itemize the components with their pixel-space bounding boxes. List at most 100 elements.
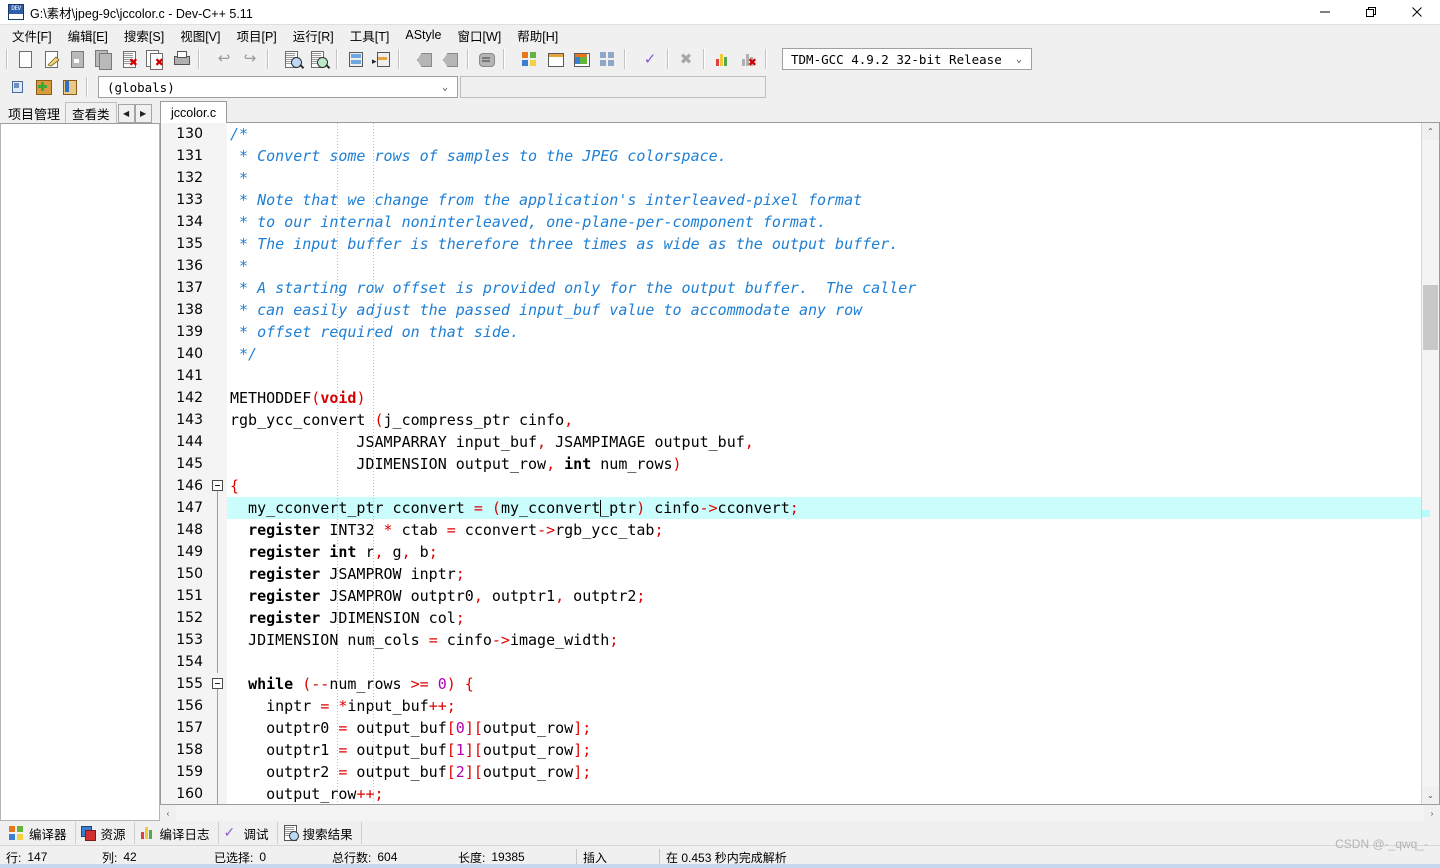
code-line[interactable]: register INT32 * ctab = cconvert->rgb_yc… — [227, 519, 1421, 541]
menu-tools[interactable]: 工具[T] — [342, 24, 398, 47]
status-length-value: 19385 — [491, 850, 525, 864]
code-line[interactable]: outptr0 = output_buf[0][output_row]; — [227, 717, 1421, 739]
goto-function-icon[interactable]: ▸ — [368, 47, 394, 71]
editor-vertical-scrollbar[interactable]: ⌃ ⌄ — [1421, 123, 1439, 804]
previous-icon[interactable] — [411, 47, 437, 71]
tab-scroll-spinner[interactable]: ◀ ▶ — [117, 104, 152, 123]
code-line[interactable]: register JSAMPROW inptr; — [227, 563, 1421, 585]
find-icon[interactable] — [280, 47, 306, 71]
code-line[interactable] — [227, 651, 1421, 673]
compile-icon[interactable] — [568, 47, 594, 71]
close-icon[interactable] — [1394, 0, 1440, 24]
maximize-icon[interactable] — [1348, 0, 1394, 24]
code-line[interactable]: * can easily adjust the passed input_buf… — [227, 299, 1421, 321]
browse-icon[interactable] — [56, 75, 82, 99]
menu-file[interactable]: 文件[F] — [4, 24, 60, 47]
debug-stop-icon[interactable]: ✖ — [735, 47, 761, 71]
code-line[interactable]: register int r, g, b; — [227, 541, 1421, 563]
code-line[interactable]: /* — [227, 123, 1421, 145]
code-line[interactable]: while (--num_rows >= 0) { — [227, 673, 1421, 695]
tab-jccolor-c[interactable]: jccolor.c — [160, 101, 228, 123]
code-area[interactable]: /* * Convert some rows of samples to the… — [227, 123, 1421, 804]
code-line[interactable]: { — [227, 475, 1421, 497]
compiler-set-select[interactable]: TDM-GCC 4.9.2 32-bit Release ⌄ — [782, 48, 1032, 70]
bottom-tab-find-results[interactable]: 搜索结果 — [278, 822, 362, 844]
project-options-icon[interactable] — [542, 47, 568, 71]
goto-line-icon[interactable] — [342, 47, 368, 71]
hscroll-right-icon[interactable]: › — [1424, 805, 1440, 821]
bottom-tab-debug[interactable]: ✓ 调试 — [219, 822, 278, 844]
stop-icon[interactable]: ✖ — [673, 47, 699, 71]
code-line[interactable]: register JSAMPROW outptr0, outptr1, outp… — [227, 585, 1421, 607]
code-line[interactable]: inptr = *input_buf++; — [227, 695, 1421, 717]
redo-icon[interactable]: ↪ — [237, 47, 263, 71]
close-all-icon[interactable]: ✖ — [142, 47, 168, 71]
menu-help[interactable]: 帮助[H] — [509, 24, 566, 47]
menu-window[interactable]: 窗口[W] — [450, 24, 510, 47]
save-icon[interactable] — [64, 47, 90, 71]
vscroll-track[interactable] — [1422, 140, 1439, 787]
code-line[interactable] — [227, 365, 1421, 387]
new-file-icon[interactable] — [12, 47, 38, 71]
code-line[interactable]: outptr1 = output_buf[1][output_row]; — [227, 739, 1421, 761]
code-line[interactable]: * to our internal noninterleaved, one-pl… — [227, 211, 1421, 233]
tab-class-browser[interactable]: 查看类 — [65, 102, 117, 123]
code-line[interactable]: register JDIMENSION col; — [227, 607, 1421, 629]
goto-class-icon[interactable] — [4, 75, 30, 99]
code-line[interactable]: * Convert some rows of samples to the JP… — [227, 145, 1421, 167]
code-line[interactable]: JDIMENSION output_row, int num_rows) — [227, 453, 1421, 475]
code-line[interactable]: * A starting row offset is provided only… — [227, 277, 1421, 299]
undo-icon[interactable]: ↩ — [211, 47, 237, 71]
menu-project[interactable]: 项目[P] — [228, 24, 284, 47]
scroll-down-icon[interactable]: ⌄ — [1422, 787, 1439, 804]
fold-toggle-icon[interactable] — [209, 475, 227, 497]
profile-icon[interactable] — [709, 47, 735, 71]
code-line[interactable]: outptr2 = output_buf[2][output_row]; — [227, 761, 1421, 783]
code-line[interactable]: output_row++; — [227, 783, 1421, 804]
code-line[interactable]: */ — [227, 343, 1421, 365]
next-icon[interactable] — [437, 47, 463, 71]
rebuild-icon[interactable] — [594, 47, 620, 71]
code-line[interactable]: my_cconvert_ptr cconvert = (my_cconvert_… — [227, 497, 1421, 519]
print-icon[interactable] — [168, 47, 194, 71]
close-file-icon[interactable]: ✖ — [116, 47, 142, 71]
bottom-tab-compile-log[interactable]: 编译日志 — [135, 822, 219, 844]
code-line[interactable]: * The input buffer is therefore three ti… — [227, 233, 1421, 255]
editor-horizontal-scrollbar[interactable]: ‹ › — [160, 805, 1440, 821]
fold-toggle-icon[interactable] — [209, 673, 227, 695]
code-line[interactable]: METHODDEF(void) — [227, 387, 1421, 409]
hscroll-left-icon[interactable]: ‹ — [160, 805, 176, 821]
code-line[interactable]: * — [227, 255, 1421, 277]
vscroll-thumb[interactable] — [1423, 285, 1438, 350]
fold-bar[interactable] — [209, 123, 227, 804]
add-member-icon[interactable] — [30, 75, 56, 99]
menu-search[interactable]: 搜索[S] — [116, 24, 172, 47]
save-all-icon[interactable] — [90, 47, 116, 71]
tab-project-manager[interactable]: 项目管理 — [2, 103, 67, 123]
open-file-icon[interactable] — [38, 47, 64, 71]
menu-edit[interactable]: 编辑[E] — [60, 24, 116, 47]
new-project-icon[interactable] — [516, 47, 542, 71]
toolbar-separator — [467, 49, 469, 69]
code-line[interactable]: rgb_ycc_convert (j_compress_ptr cinfo, — [227, 409, 1421, 431]
code-line[interactable]: * Note that we change from the applicati… — [227, 189, 1421, 211]
tab-scroll-prev-icon[interactable]: ◀ — [117, 104, 135, 123]
replace-icon[interactable] — [306, 47, 332, 71]
scroll-up-icon[interactable]: ⌃ — [1422, 123, 1439, 140]
code-line[interactable]: JSAMPARRAY input_buf, JSAMPIMAGE output_… — [227, 431, 1421, 453]
bottom-tab-resources[interactable]: 资源 — [76, 822, 135, 844]
scope-select[interactable]: (globals) ⌄ — [98, 76, 458, 98]
check-syntax-icon[interactable]: ✓ — [637, 47, 663, 71]
code-line[interactable]: * offset required on that side. — [227, 321, 1421, 343]
menu-view[interactable]: 视图[V] — [172, 24, 228, 47]
project-tree[interactable] — [0, 123, 160, 821]
code-line[interactable]: JDIMENSION num_cols = cinfo->image_width… — [227, 629, 1421, 651]
menu-astyle[interactable]: AStyle — [397, 26, 449, 44]
hscroll-track[interactable] — [176, 805, 1424, 821]
code-line[interactable]: * — [227, 167, 1421, 189]
menu-run[interactable]: 运行[R] — [285, 24, 342, 47]
bottom-tab-compiler[interactable]: 编译器 — [4, 822, 76, 844]
toggle-icon[interactable] — [473, 47, 499, 71]
minimize-icon[interactable] — [1302, 0, 1348, 24]
tab-scroll-next-icon[interactable]: ▶ — [134, 104, 152, 123]
